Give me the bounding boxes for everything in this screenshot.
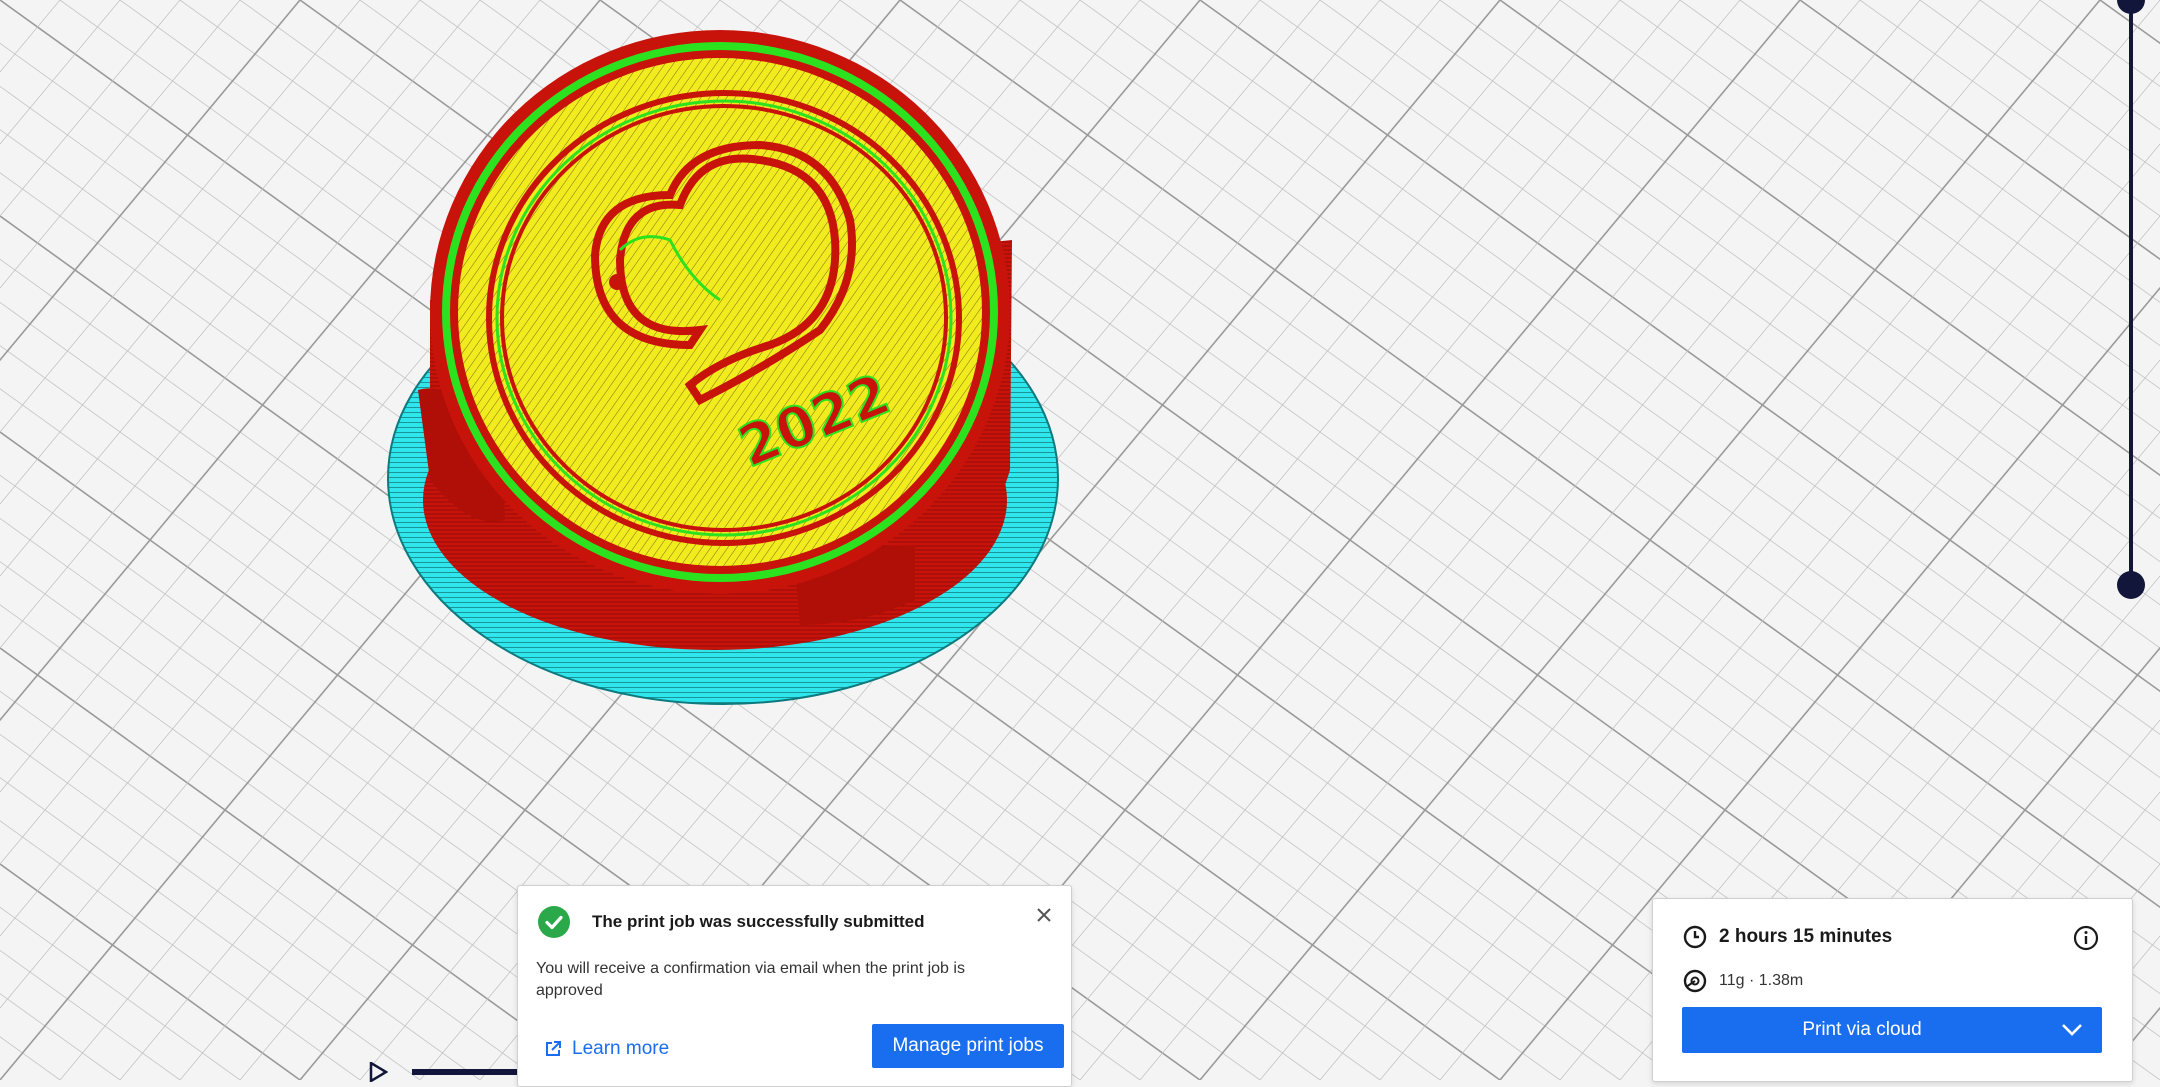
print-info-panel: 2 hours 15 minutes 11g · 1.38m Print via… — [1652, 898, 2133, 1082]
learn-more-label: Learn more — [572, 1038, 670, 1059]
print-time-row: 2 hours 15 minutes — [1683, 925, 1892, 949]
material-usage: 11g · 1.38m — [1719, 972, 1804, 989]
learn-more-link[interactable]: Learn more — [544, 1034, 669, 1064]
external-link-icon — [546, 1041, 561, 1056]
print-button-label: Print via cloud — [1802, 1019, 1922, 1040]
notification-title: The print job was successfully submitted — [592, 912, 925, 931]
spool-icon — [1683, 969, 1707, 993]
check-circle-icon — [538, 906, 570, 938]
notification-message: You will receive a confirmation via emai… — [536, 960, 965, 999]
print-job-submitted-notification: The print job was successfully submitted… — [517, 885, 1072, 1087]
layer-slider-track[interactable] — [2129, 0, 2133, 585]
close-icon[interactable] — [1033, 904, 1055, 926]
print-via-cloud-button[interactable]: Print via cloud — [1682, 1007, 2102, 1053]
layer-slider-bottom-handle[interactable] — [2117, 571, 2145, 599]
chevron-down-icon[interactable] — [2042, 1007, 2102, 1053]
manage-print-jobs-button[interactable]: Manage print jobs — [872, 1024, 1064, 1068]
print-time: 2 hours 15 minutes — [1719, 926, 1893, 947]
play-icon[interactable] — [368, 1060, 389, 1084]
material-row: 11g · 1.38m — [1683, 969, 1803, 993]
info-icon[interactable] — [2073, 925, 2099, 951]
clock-icon — [1683, 925, 1707, 949]
simulation-scrub-bar[interactable] — [412, 1069, 520, 1075]
